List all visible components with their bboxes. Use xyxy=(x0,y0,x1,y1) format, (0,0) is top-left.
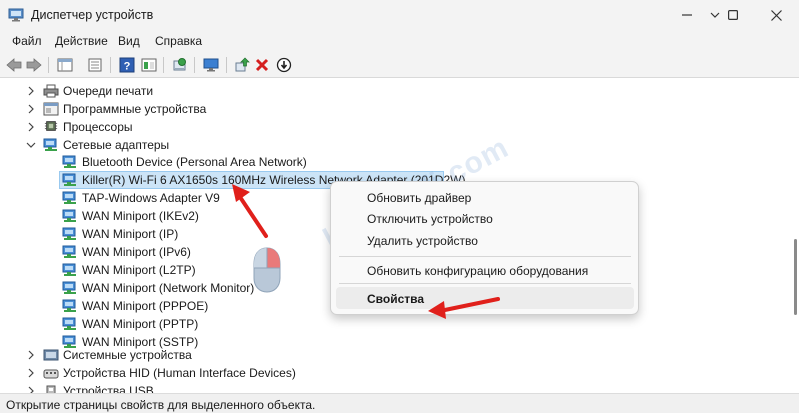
tree-category-label: Системные устройства xyxy=(63,348,192,362)
maximize-button[interactable] xyxy=(710,0,756,30)
properties-grid-icon[interactable] xyxy=(56,56,74,74)
chevron-right-icon[interactable] xyxy=(26,122,36,132)
device-manager-icon xyxy=(8,8,24,22)
context-properties[interactable]: Свойства xyxy=(367,292,424,306)
processor-icon xyxy=(44,121,58,131)
tree-category-label: Программные устройства xyxy=(63,102,207,116)
context-disable-device[interactable]: Отключить устройство xyxy=(367,212,493,226)
tree-item-label: WAN Miniport (PPTP) xyxy=(82,317,199,331)
network-adapter-icon xyxy=(62,209,76,222)
chevron-down-icon[interactable] xyxy=(26,140,36,150)
tree-category-label: Очереди печати xyxy=(63,84,154,98)
status-text: Открытие страницы свойств для выделенног… xyxy=(6,398,316,412)
hid-icon xyxy=(43,369,59,379)
tree-item-label: WAN Miniport (IP) xyxy=(82,227,179,241)
context-uninstall-device[interactable]: Удалить устройство xyxy=(367,234,478,248)
back-icon[interactable] xyxy=(5,56,23,74)
menu-bar: Файл Действие Вид Справка xyxy=(0,30,799,52)
tree-item-label: TAP-Windows Adapter V9 xyxy=(82,191,220,205)
disable-device-icon[interactable] xyxy=(275,56,293,74)
tree-item-label: WAN Miniport (SSTP) xyxy=(82,335,199,349)
network-adapter-icon xyxy=(62,173,76,186)
help-icon[interactable]: ? xyxy=(118,56,136,74)
remove-device-icon[interactable] xyxy=(253,56,271,74)
chevron-right-icon[interactable] xyxy=(26,368,36,378)
menu-view[interactable]: Вид xyxy=(118,34,140,48)
tree-category-label: Устройства HID (Human Interface Devices) xyxy=(63,366,296,380)
monitor-icon[interactable] xyxy=(202,56,220,74)
network-adapter-icon xyxy=(62,227,76,240)
menu-help[interactable]: Справка xyxy=(155,34,202,48)
printer-icon xyxy=(43,84,59,98)
chevron-right-icon[interactable] xyxy=(26,350,36,360)
properties-icon[interactable] xyxy=(86,56,104,74)
network-adapter-icon xyxy=(62,317,76,330)
menu-action[interactable]: Действие xyxy=(55,34,108,48)
window-title: Диспетчер устройств xyxy=(31,8,154,22)
tree-item-label: WAN Miniport (PPPOE) xyxy=(82,299,209,313)
forward-icon[interactable] xyxy=(25,56,43,74)
system-device-icon xyxy=(43,349,59,361)
minimize-button[interactable] xyxy=(664,0,710,30)
status-bar: Открытие страницы свойств для выделенног… xyxy=(0,393,799,413)
title-bar: Диспетчер устройств xyxy=(0,0,799,30)
svg-text:?: ? xyxy=(124,61,131,73)
chevron-right-icon[interactable] xyxy=(26,386,36,393)
chevron-right-icon[interactable] xyxy=(26,104,36,114)
software-device-icon xyxy=(43,102,59,116)
tree-item-label: WAN Miniport (Network Monitor) xyxy=(82,281,255,295)
close-button[interactable] xyxy=(753,0,799,30)
scan-hardware-icon[interactable] xyxy=(171,56,189,74)
tree-item-label: WAN Miniport (IPv6) xyxy=(82,245,191,259)
view-icon[interactable] xyxy=(140,56,158,74)
tree-item-label: WAN Miniport (IKEv2) xyxy=(82,209,199,223)
context-scan-hardware[interactable]: Обновить конфигурацию оборудования xyxy=(367,264,588,278)
network-adapter-icon xyxy=(62,263,76,276)
network-adapter-icon xyxy=(62,245,76,258)
network-adapter-icon xyxy=(62,155,76,168)
tree-category-label: Процессоры xyxy=(63,120,133,134)
context-separator xyxy=(339,283,631,284)
tree-item-label: WAN Miniport (L2TP) xyxy=(82,263,196,277)
tree-category-label: Сетевые адаптеры xyxy=(63,138,170,152)
vertical-scrollbar[interactable] xyxy=(794,239,797,315)
network-adapter-icon xyxy=(62,191,76,204)
chevron-right-icon[interactable] xyxy=(26,86,36,96)
usb-icon xyxy=(46,385,56,393)
mouse-icon xyxy=(253,247,281,293)
arrow-annotation-properties xyxy=(428,297,500,319)
menu-file[interactable]: Файл xyxy=(12,34,42,48)
toolbar: ? xyxy=(0,52,799,78)
network-adapter-icon xyxy=(62,281,76,294)
arrow-annotation-adapter xyxy=(232,184,268,238)
network-adapter-icon xyxy=(62,299,76,312)
tree-category-label: Устройства USB xyxy=(63,384,154,393)
context-update-driver[interactable]: Обновить драйвер xyxy=(367,191,471,205)
network-adapter-icon xyxy=(62,335,76,348)
tree-item-label: Bluetooth Device (Personal Area Network) xyxy=(82,155,307,169)
update-driver-icon[interactable] xyxy=(233,56,251,74)
context-separator xyxy=(339,256,631,257)
network-adapter-icon xyxy=(43,138,57,151)
